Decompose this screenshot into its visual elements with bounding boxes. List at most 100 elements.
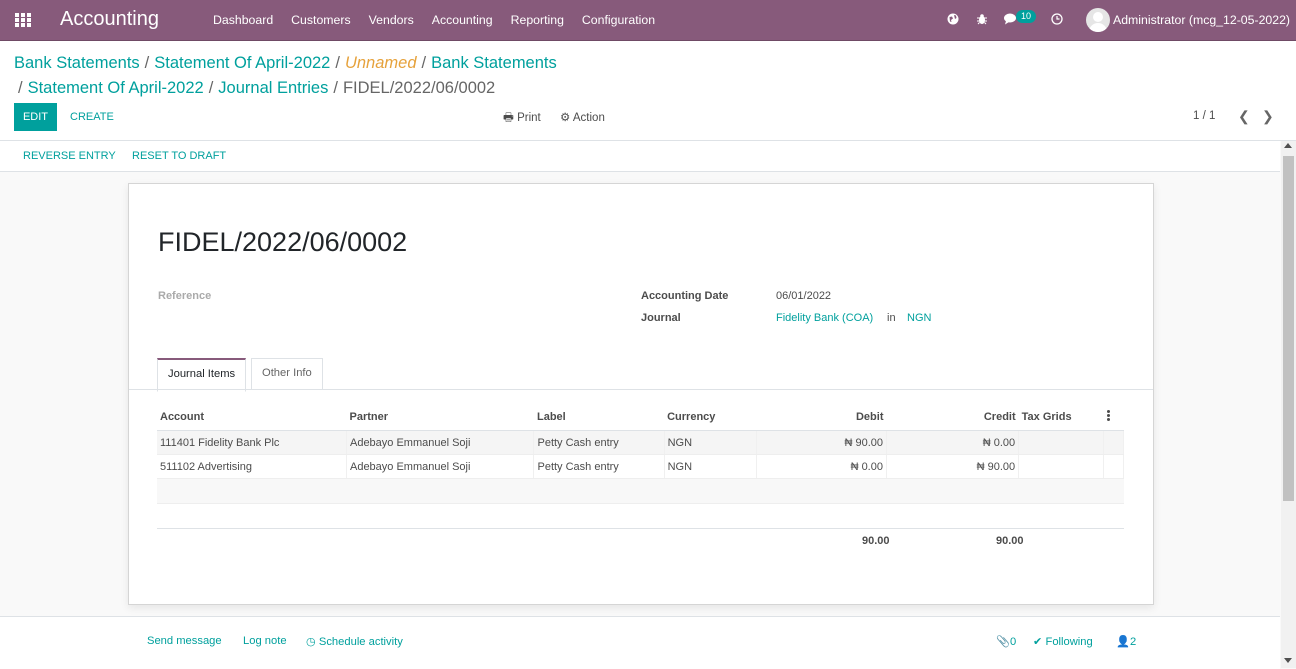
scroll-down-arrow-icon[interactable] [1284, 658, 1292, 663]
table-row[interactable]: 111401 Fidelity Bank Plc Adebayo Emmanue… [157, 430, 1124, 455]
col-credit[interactable]: Credit [886, 404, 1019, 431]
table-header-row: Account Partner Label Currency Debit Cre… [157, 404, 1124, 431]
edit-button[interactable]: EDIT [14, 103, 57, 131]
breadcrumb-bank-statements-2[interactable]: Bank Statements [431, 54, 557, 72]
tab-journal-items[interactable]: Journal Items [157, 358, 247, 392]
menu-reporting[interactable]: Reporting [502, 0, 573, 40]
table-row[interactable]: 511102 Advertising Adebayo Emmanuel Soji… [157, 454, 1124, 479]
col-currency[interactable]: Currency [664, 404, 757, 431]
attachments-button[interactable]: 📎0 [996, 635, 1016, 648]
total-debit: 90.00 [862, 535, 890, 547]
pager-value[interactable]: 1 / 1 [1193, 110, 1215, 122]
schedule-activity-button[interactable]: ◷ Schedule activity [306, 635, 403, 648]
apps-menu-icon[interactable] [15, 13, 31, 27]
menu-configuration[interactable]: Configuration [573, 0, 664, 40]
cell-credit: ₦ 90.00 [886, 454, 1020, 479]
cell-label: Petty Cash entry [533, 454, 665, 479]
user-menu[interactable]: Administrator (mcg_12-05-2022) [1113, 13, 1290, 27]
reset-to-draft-button[interactable]: RESET TO DRAFT [132, 150, 226, 162]
paperclip-icon: 📎 [996, 636, 1010, 648]
totals-divider [157, 528, 1124, 529]
accounting-date-value: 06/01/2022 [776, 290, 832, 302]
cell-partner: Adebayo Emmanuel Soji [346, 430, 535, 455]
journal-in-text: in [887, 312, 896, 324]
send-message-button[interactable]: Send message [147, 635, 222, 647]
bug-icon[interactable] [976, 13, 988, 28]
app-title[interactable]: Accounting [60, 8, 159, 31]
col-label[interactable]: Label [533, 404, 665, 431]
total-credit: 90.00 [996, 535, 1024, 547]
reverse-entry-button[interactable]: REVERSE ENTRY [23, 150, 116, 162]
menu-vendors[interactable]: Vendors [360, 0, 423, 40]
action-label: Action [572, 112, 605, 124]
cell-account: 511102 Advertising [157, 454, 347, 479]
journal-items-table: Account Partner Label Currency Debit Cre… [157, 404, 1124, 528]
user-avatar[interactable] [1086, 8, 1110, 32]
following-button[interactable]: ✔ Following [1033, 635, 1093, 648]
cell-tax-grids [1018, 430, 1105, 455]
check-icon: ✔ [1033, 636, 1043, 648]
journal-currency-link[interactable]: NGN [907, 312, 931, 324]
col-partner[interactable]: Partner [346, 404, 534, 431]
pager-previous-icon[interactable]: ❮ [1238, 108, 1250, 125]
messages-badge: 10 [1016, 10, 1037, 23]
cell-currency: NGN [664, 454, 757, 479]
empty-row [157, 478, 1124, 504]
form-sheet: FIDEL/2022/06/0002 Reference Accounting … [128, 183, 1154, 605]
followers-count: 2 [1129, 636, 1137, 648]
statusbar: REVERSE ENTRY RESET TO DRAFT [0, 141, 1280, 172]
tab-other-info[interactable]: Other Info [251, 358, 323, 390]
empty-row [157, 504, 1124, 529]
cell-debit: ₦ 90.00 [756, 430, 887, 455]
user-icon: 👤 [1116, 636, 1130, 648]
main-menu: Dashboard Customers Vendors Accounting R… [204, 0, 664, 40]
breadcrumb: Bank Statements / Statement Of April-2022/… [14, 54, 557, 97]
gear-icon: ⚙ [560, 112, 571, 124]
breadcrumb-current: FIDEL/2022/06/0002 [342, 79, 496, 97]
print-icon: 🖶 [503, 112, 514, 124]
breadcrumb-bank-statements[interactable]: Bank Statements [14, 54, 140, 72]
print-dropdown[interactable]: 🖶 Print [503, 110, 541, 129]
breadcrumb-statement[interactable]: Statement Of April-2022 [154, 54, 330, 72]
tabs-divider [129, 389, 1153, 390]
breadcrumb-statement-2[interactable]: Statement Of April-2022 [28, 79, 204, 97]
accounting-date-label: Accounting Date [641, 290, 729, 302]
breadcrumb-journal-entries[interactable]: Journal Entries [218, 79, 328, 97]
cell-credit: ₦ 0.00 [886, 430, 1020, 455]
cell-actions [1103, 454, 1124, 479]
breadcrumb-unnamed[interactable]: Unnamed [345, 54, 417, 72]
journal-label: Journal [641, 312, 681, 324]
menu-customers[interactable]: Customers [282, 0, 359, 40]
journal-link[interactable]: Fidelity Bank (COA) [776, 312, 873, 324]
print-label: Print [517, 112, 541, 124]
following-label: Following [1045, 636, 1093, 648]
followers-button[interactable]: 👤2 [1116, 635, 1136, 648]
scrollbar-thumb[interactable] [1283, 156, 1294, 501]
col-account[interactable]: Account [157, 404, 347, 431]
cell-label: Petty Cash entry [533, 430, 665, 455]
optional-columns-toggle[interactable] [1103, 404, 1124, 431]
schedule-activity-label: Schedule activity [318, 636, 403, 648]
col-debit[interactable]: Debit [756, 404, 887, 431]
control-panel: Bank Statements / Statement Of April-2022/… [0, 41, 1296, 141]
cell-currency: NGN [664, 430, 757, 455]
col-tax-grids[interactable]: Tax Grids [1018, 404, 1104, 431]
kebab-menu-icon [1106, 409, 1110, 422]
log-note-button[interactable]: Log note [243, 635, 287, 647]
top-navbar: Accounting Dashboard Customers Vendors A… [0, 0, 1296, 41]
activity-clock-icon[interactable] [1051, 13, 1063, 28]
cell-account: 111401 Fidelity Bank Plc [157, 430, 347, 455]
menu-dashboard[interactable]: Dashboard [204, 0, 282, 40]
cell-debit: ₦ 0.00 [756, 454, 887, 479]
clock-icon: ◷ [306, 636, 316, 648]
scroll-up-arrow-icon[interactable] [1284, 143, 1292, 148]
reference-label: Reference [158, 290, 212, 302]
cell-actions [1103, 430, 1124, 455]
globe-icon[interactable] [947, 13, 959, 28]
pager-next-icon[interactable]: ❯ [1262, 108, 1274, 125]
create-button[interactable]: CREATE [70, 103, 114, 131]
cell-partner: Adebayo Emmanuel Soji [346, 454, 535, 479]
menu-accounting[interactable]: Accounting [423, 0, 502, 40]
action-dropdown[interactable]: ⚙ Action [560, 110, 605, 124]
attachments-count: 0 [1009, 636, 1017, 648]
